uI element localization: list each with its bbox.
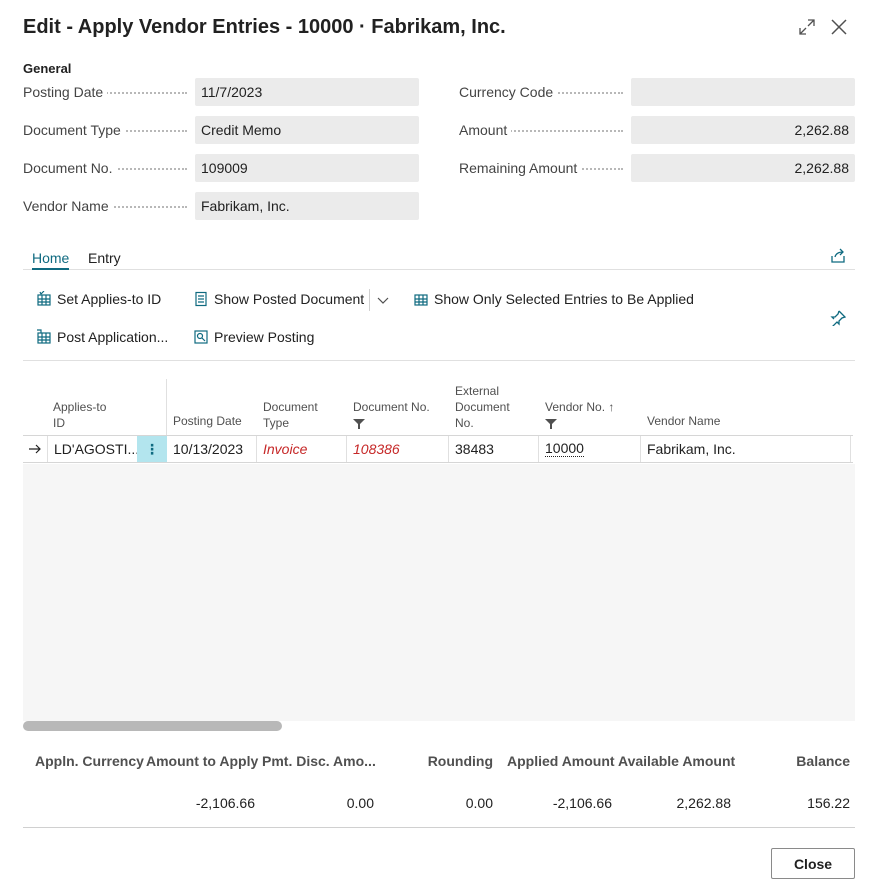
remaining-amount-input[interactable]: 2,262.88 bbox=[631, 154, 855, 182]
show-posted-document-button[interactable]: Show Posted Document bbox=[193, 291, 364, 307]
field-remaining-amount: Remaining Amount 2,262.88 bbox=[459, 154, 855, 182]
field-label: Document Type bbox=[23, 122, 125, 138]
totals-available-amount-value: 2,262.88 bbox=[676, 795, 732, 811]
grid-filter-icon bbox=[413, 291, 429, 307]
col-document-type[interactable]: Document Type bbox=[263, 399, 318, 431]
currency-code-input[interactable] bbox=[631, 78, 855, 106]
grid-empty-area bbox=[23, 464, 855, 721]
preview-icon bbox=[193, 329, 209, 345]
totals-available-amount-label: Available Amount bbox=[618, 753, 736, 769]
field-label: Posting Date bbox=[23, 84, 108, 100]
post-application-button[interactable]: Post Application... bbox=[36, 329, 168, 345]
totals-applied-amount-value: -2,106.66 bbox=[552, 795, 612, 811]
close-button[interactable]: Close bbox=[771, 848, 855, 879]
totals-applied-amount-label: Applied Amount bbox=[507, 753, 615, 769]
document-no-input[interactable]: 109009 bbox=[195, 154, 419, 182]
col-vendor-no[interactable]: Vendor No. ↑ bbox=[545, 399, 614, 433]
totals-amount-to-apply-value: -2,106.66 bbox=[195, 795, 255, 811]
preview-posting-button[interactable]: Preview Posting bbox=[193, 329, 314, 345]
field-label: Amount bbox=[459, 122, 512, 138]
entries-grid: Applies-to ID Posting Date Document Type… bbox=[23, 360, 855, 721]
expand-icon[interactable] bbox=[794, 14, 820, 40]
totals-amount-to-apply-label: Amount to Apply bbox=[146, 753, 259, 769]
close-icon[interactable] bbox=[826, 14, 852, 40]
field-vendor-name: Vendor Name Fabrikam, Inc. bbox=[23, 192, 419, 220]
dialog-title: Edit - Apply Vendor Entries - 10000 · Fa… bbox=[23, 16, 506, 38]
document-icon bbox=[193, 291, 209, 307]
cell-document-type[interactable]: Invoice bbox=[257, 436, 347, 462]
tab-home[interactable]: Home bbox=[32, 250, 70, 270]
filter-icon bbox=[545, 417, 614, 433]
totals-rounding-label: Rounding bbox=[427, 753, 493, 769]
field-label: Document No. bbox=[23, 160, 117, 176]
action-label: Preview Posting bbox=[214, 329, 315, 345]
cell-vendor-no[interactable]: 10000 bbox=[539, 436, 641, 462]
grid-check-icon bbox=[36, 291, 52, 307]
row-menu-button[interactable]: ⋮ bbox=[137, 436, 167, 462]
col-applies-to-id[interactable]: Applies-to ID bbox=[53, 399, 106, 431]
section-general: General bbox=[23, 61, 72, 76]
action-label: Show Only Selected Entries to Be Applied bbox=[434, 291, 694, 307]
col-external-document-no[interactable]: External Document No. bbox=[455, 383, 510, 431]
field-amount: Amount 2,262.88 bbox=[459, 116, 855, 144]
posting-date-input[interactable]: 11/7/2023 bbox=[195, 78, 419, 106]
action-tabs: Home Entry bbox=[23, 248, 855, 270]
totals-rounding-value: 0.00 bbox=[465, 795, 493, 811]
totals-balance-value: 156.22 bbox=[807, 795, 850, 811]
cell-vendor-name[interactable]: Fabrikam, Inc. bbox=[641, 436, 851, 462]
totals-pmt-disc-label: Pmt. Disc. Amo... bbox=[262, 753, 376, 769]
field-label: Currency Code bbox=[459, 84, 558, 100]
footer-divider bbox=[23, 827, 855, 828]
chevron-down-icon bbox=[376, 293, 390, 310]
field-label: Vendor Name bbox=[23, 198, 113, 214]
post-grid-icon bbox=[36, 329, 52, 345]
action-label: Post Application... bbox=[57, 329, 169, 345]
more-actions-dropdown[interactable] bbox=[376, 293, 390, 310]
tab-entry[interactable]: Entry bbox=[88, 250, 121, 266]
field-document-type: Document Type Credit Memo bbox=[23, 116, 419, 144]
totals-pmt-disc-value: 0.00 bbox=[346, 795, 374, 811]
field-document-no: Document No. 109009 bbox=[23, 154, 419, 182]
action-label: Show Posted Document bbox=[214, 291, 365, 307]
field-currency-code: Currency Code bbox=[459, 78, 855, 106]
action-label: Set Applies-to ID bbox=[57, 291, 162, 307]
col-vendor-name[interactable]: Vendor Name bbox=[647, 413, 720, 429]
row-selected-arrow-icon bbox=[23, 436, 48, 462]
horizontal-scrollbar[interactable] bbox=[23, 721, 282, 731]
document-type-input[interactable]: Credit Memo bbox=[195, 116, 419, 144]
cell-document-no[interactable]: 108386 bbox=[347, 436, 449, 462]
col-posting-date[interactable]: Posting Date bbox=[173, 413, 242, 429]
show-only-selected-button[interactable]: Show Only Selected Entries to Be Applied bbox=[413, 291, 694, 307]
pin-icon[interactable] bbox=[830, 310, 847, 329]
filter-icon bbox=[353, 417, 430, 433]
field-label: Remaining Amount bbox=[459, 160, 582, 176]
amount-input[interactable]: 2,262.88 bbox=[631, 116, 855, 144]
totals-balance-label: Balance bbox=[796, 753, 850, 769]
cell-external-document-no[interactable]: 38483 bbox=[449, 436, 539, 462]
vendor-name-input[interactable]: Fabrikam, Inc. bbox=[195, 192, 419, 220]
cell-applies-to-id[interactable]: LD'AGOSTI... bbox=[48, 436, 138, 462]
totals-appln-currency-label: Appln. Currency bbox=[35, 753, 144, 769]
set-applies-to-id-button[interactable]: Set Applies-to ID bbox=[36, 291, 161, 307]
cell-posting-date[interactable]: 10/13/2023 bbox=[167, 436, 257, 462]
field-posting-date: Posting Date 11/7/2023 bbox=[23, 78, 419, 106]
share-icon[interactable] bbox=[830, 248, 846, 267]
col-document-no[interactable]: Document No. bbox=[353, 399, 430, 433]
table-row[interactable]: LD'AGOSTI... ⋮ 10/13/2023 Invoice 108386… bbox=[23, 435, 853, 463]
